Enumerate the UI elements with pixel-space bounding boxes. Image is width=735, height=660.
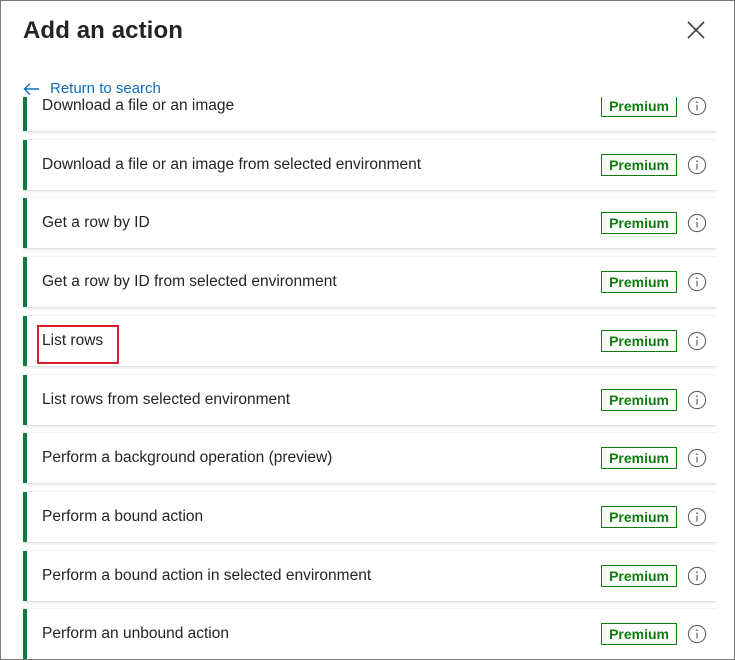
premium-badge: Premium [601,212,677,234]
action-item[interactable]: Perform a background operation (preview)… [23,433,717,483]
return-to-search-label: Return to search [50,80,161,97]
close-icon [687,21,705,39]
panel-title: Add an action [23,17,183,44]
info-icon[interactable] [687,507,707,527]
premium-badge: Premium [601,506,677,528]
action-item[interactable]: Download a file or an image from selecte… [23,140,717,190]
action-item-label: Perform a background operation (preview) [42,449,333,466]
action-item[interactable]: Perform a bound action Premium [23,492,717,542]
action-item[interactable]: Get a row by ID Premium [23,198,717,248]
info-icon[interactable] [687,213,707,233]
premium-badge: Premium [601,389,677,411]
action-item-label: Perform an unbound action [42,625,229,642]
close-button[interactable] [684,18,708,42]
info-icon[interactable] [687,624,707,644]
action-item[interactable]: Perform a bound action in selected envir… [23,551,717,601]
action-item-label: Get a row by ID from selected environmen… [42,273,337,290]
premium-badge: Premium [601,565,677,587]
info-icon[interactable] [687,390,707,410]
action-item-label: List rows [42,332,104,349]
action-item-label: Download a file or an image from selecte… [42,156,422,173]
premium-badge: Premium [601,271,677,293]
return-to-search-link[interactable]: Return to search [23,80,161,97]
action-item[interactable]: List rows from selected environment Premi… [23,375,717,425]
action-item[interactable]: Get a row by ID from selected environmen… [23,257,717,307]
action-item-label: Perform a bound action [42,508,204,525]
premium-badge: Premium [601,330,677,352]
premium-badge: Premium [601,154,677,176]
action-item-label: Perform a bound action in selected envir… [42,567,372,584]
action-item[interactable]: List rows Premium [23,316,717,366]
add-action-panel: Add an action Return to search Download … [0,0,735,660]
premium-badge: Premium [601,97,677,117]
action-list: Download a file or an image Premium Downlo… [23,97,717,659]
info-icon[interactable] [687,331,707,351]
premium-badge: Premium [601,623,677,645]
info-icon[interactable] [687,272,707,292]
action-item-label: Download a file or an image [42,97,235,114]
action-item-label: List rows from selected environment [42,391,291,408]
arrow-left-icon [23,82,39,95]
info-icon[interactable] [687,97,707,116]
info-icon[interactable] [687,155,707,175]
action-item[interactable]: Download a file or an image Premium [23,97,717,131]
action-item[interactable]: Perform an unbound action Premium [23,609,717,659]
info-icon[interactable] [687,448,707,468]
premium-badge: Premium [601,447,677,469]
info-icon[interactable] [687,566,707,586]
action-item-label: Get a row by ID [42,214,150,231]
